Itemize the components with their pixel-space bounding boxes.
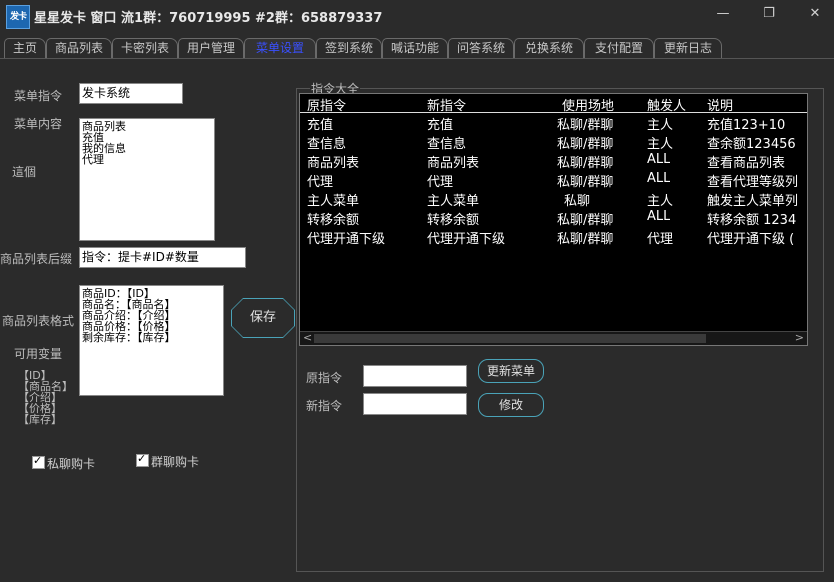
- format-line: 剩余库存：【库存】: [82, 331, 176, 344]
- group-buy-checkbox[interactable]: 群聊购卡: [136, 452, 200, 470]
- menu-command-input[interactable]: 发卡系统: [79, 83, 183, 104]
- cell-desc: 转移余额 1234: [707, 213, 797, 228]
- private-buy-checkbox[interactable]: 私聊购卡: [32, 454, 96, 472]
- menu-content-textarea[interactable]: 商品列表 充值 我的信息 代理: [79, 118, 215, 241]
- column-header-original[interactable]: 原指令: [307, 95, 346, 114]
- new-command-input[interactable]: [363, 393, 467, 415]
- cell-trigger: ALL: [647, 209, 671, 224]
- menu-content-line: 代理: [82, 153, 104, 166]
- cell-desc: 查看商品列表: [707, 156, 786, 171]
- cell-original: 代理开通下级: [307, 232, 386, 247]
- cell-trigger: 主人: [647, 118, 674, 133]
- cell-new: 查信息: [427, 137, 467, 152]
- update-menu-button[interactable]: 更新菜单: [478, 359, 544, 383]
- cell-desc: 查看代理等级列: [707, 175, 799, 190]
- product-format-textarea[interactable]: 商品ID：【ID】 商品名：【商品名】 商品介绍：【介绍】 商品价格：【价格】 …: [79, 285, 224, 396]
- cell-new: 代理开通下级: [427, 232, 506, 247]
- cell-desc: 代理开通下级 (: [707, 232, 795, 247]
- save-button[interactable]: 保存: [231, 298, 295, 338]
- variable-item: 【库存】: [18, 413, 62, 426]
- column-header-desc[interactable]: 说明: [707, 95, 733, 114]
- cell-original: 代理: [307, 175, 334, 190]
- tab-changelog[interactable]: 更新日志: [654, 38, 722, 58]
- cell-new: 充值: [427, 118, 454, 133]
- scroll-thumb[interactable]: [314, 334, 706, 343]
- save-button-label: 保存: [249, 310, 276, 325]
- modify-button[interactable]: 修改: [478, 393, 544, 417]
- cell-original: 主人菜单: [307, 194, 360, 209]
- product-suffix-label: 商品列表后缀: [0, 252, 73, 266]
- column-header-scope[interactable]: 使用场地: [562, 95, 614, 114]
- tab-broadcast[interactable]: 喊话功能: [382, 38, 448, 58]
- cell-scope: 私聊/群聊: [557, 213, 614, 228]
- original-command-label: 原指令: [306, 371, 343, 385]
- maximize-button[interactable]: ❐: [754, 3, 784, 27]
- tab-qa[interactable]: 问答系统: [448, 38, 514, 58]
- tab-card-list[interactable]: 卡密列表: [112, 38, 178, 58]
- cell-original: 查信息: [307, 137, 347, 152]
- cell-new: 商品列表: [427, 156, 480, 171]
- group-buy-label: 群聊购卡: [151, 455, 200, 469]
- cell-trigger: ALL: [647, 171, 671, 186]
- private-buy-label: 私聊购卡: [47, 457, 96, 471]
- cell-scope: 私聊/群聊: [557, 232, 614, 247]
- cell-trigger: 主人: [647, 137, 674, 152]
- scroll-left-icon[interactable]: <: [303, 331, 312, 344]
- cell-scope: 私聊: [564, 194, 591, 209]
- cell-trigger: 代理: [647, 232, 674, 247]
- tab-home[interactable]: 主页: [4, 38, 46, 58]
- column-header-trigger[interactable]: 触发人: [647, 95, 686, 114]
- title-bar: 发卡 星星发卡 窗口 流1群：760719995 #2群：658879337 —…: [0, 0, 834, 34]
- cell-original: 商品列表: [307, 156, 360, 171]
- cell-scope: 私聊/群聊: [557, 175, 614, 190]
- close-button[interactable]: ✕: [800, 3, 830, 27]
- cell-scope: 私聊/群聊: [557, 118, 614, 133]
- cell-new: 代理: [427, 175, 454, 190]
- tab-product-list[interactable]: 商品列表: [46, 38, 112, 58]
- variables-list: 【ID】 【商品名】 【介绍】 【价格】 【库存】: [18, 370, 73, 425]
- tab-payment[interactable]: 支付配置: [584, 38, 654, 58]
- cell-new: 转移余额: [427, 213, 480, 228]
- column-header-new[interactable]: 新指令: [427, 95, 466, 114]
- cell-trigger: ALL: [647, 152, 671, 167]
- tab-menu-settings[interactable]: 菜单设置: [244, 38, 316, 58]
- cell-original: 充值: [307, 118, 334, 133]
- cell-desc: 充值123+10: [707, 118, 786, 133]
- tab-user-management[interactable]: 用户管理: [178, 38, 244, 58]
- window-title: 星星发卡 窗口 流1群：760719995 #2群：658879337: [34, 11, 383, 26]
- menu-command-label: 菜单指令: [14, 89, 63, 103]
- original-command-input[interactable]: [363, 365, 467, 387]
- scroll-right-icon[interactable]: >: [795, 331, 804, 344]
- cell-trigger: 主人: [647, 194, 674, 209]
- listview-header: 原指令 新指令 使用场地 触发人 说明: [300, 94, 807, 114]
- minimize-button[interactable]: —: [708, 3, 738, 27]
- menu-content-label: 菜单内容: [14, 117, 63, 131]
- tab-checkin[interactable]: 签到系统: [316, 38, 382, 58]
- cell-scope: 私聊/群聊: [557, 137, 614, 152]
- cell-desc: 触发主人菜单列: [707, 194, 799, 209]
- cell-new: 主人菜单: [427, 194, 480, 209]
- tab-exchange[interactable]: 兑换系统: [514, 38, 584, 58]
- checkbox-check-icon: [136, 452, 149, 467]
- app-logo-icon: 发卡: [6, 5, 30, 29]
- menu-content-hint: 這個: [12, 165, 37, 179]
- checkbox-check-icon: [32, 454, 45, 469]
- product-suffix-input[interactable]: 指令：提卡#ID#数量: [79, 247, 246, 268]
- tab-bar: 主页 商品列表 卡密列表 用户管理 菜单设置 签到系统 喊话功能 问答系统 兑换…: [0, 36, 834, 59]
- cell-scope: 私聊/群聊: [557, 156, 614, 171]
- new-command-label: 新指令: [306, 399, 343, 413]
- command-listview[interactable]: 原指令 新指令 使用场地 触发人 说明 充值 充值 私聊/群聊 主人 充值123+10 查…: [299, 93, 808, 346]
- cell-desc: 查余额123456: [707, 137, 796, 152]
- horizontal-scrollbar[interactable]: < >: [300, 331, 807, 345]
- cell-original: 转移余额: [307, 213, 360, 228]
- available-variables-label: 可用变量: [14, 347, 63, 361]
- product-format-label: 商品列表格式: [2, 314, 75, 328]
